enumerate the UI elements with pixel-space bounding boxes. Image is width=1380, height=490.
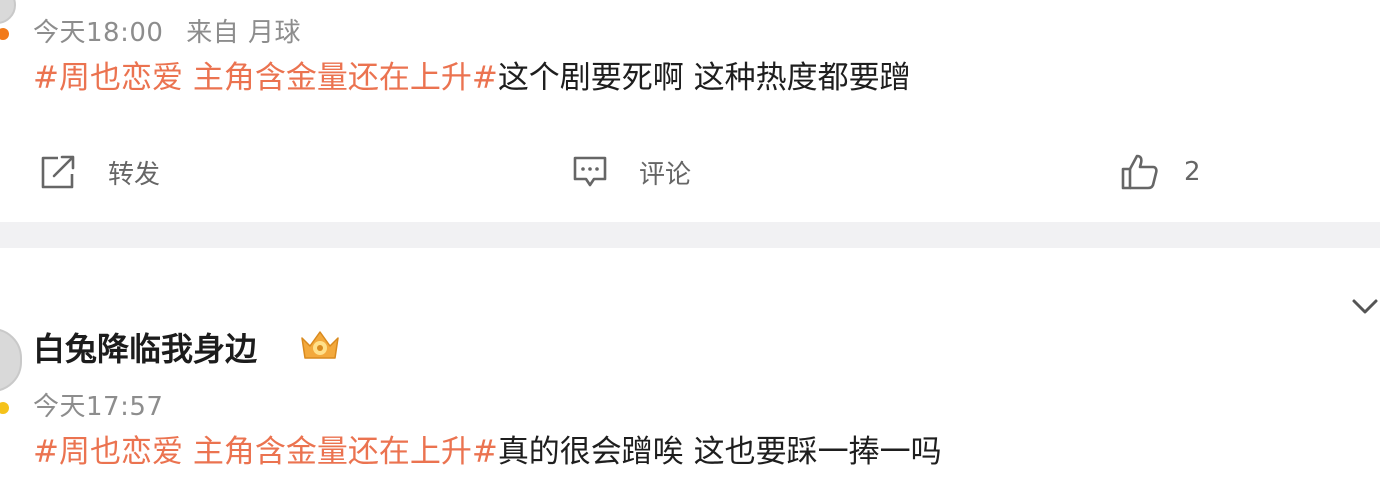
share-icon: [38, 152, 78, 192]
topic-link[interactable]: #周也恋爱 主角含金量还在上升#: [33, 60, 498, 96]
username[interactable]: 白兔降临我身边: [33, 324, 257, 370]
post-text: #周也恋爱 主角含金量还在上升#这个剧要死啊 这种热度都要蹭: [33, 58, 911, 98]
comment-label: 评论: [639, 159, 692, 190]
avatar[interactable]: [0, 0, 16, 24]
post-separator: [0, 222, 1380, 248]
comment-button[interactable]: 评论: [571, 150, 691, 194]
like-count: 2: [1184, 157, 1201, 187]
topic-link[interactable]: #周也恋爱 主角含金量还在上升#: [33, 434, 498, 470]
post-time: 今天18:00: [33, 18, 164, 48]
chevron-down-icon[interactable]: [1350, 294, 1380, 318]
like-button[interactable]: 2: [1120, 150, 1201, 194]
post-meta: 今天17:57: [33, 386, 177, 423]
avatar-vip-dot: [0, 402, 9, 414]
post-body: 这个剧要死啊 这种热度都要蹭: [497, 60, 911, 96]
avatar-verified-dot: [0, 28, 9, 40]
comment-icon: [571, 153, 609, 191]
avatar[interactable]: [0, 328, 22, 392]
repost-label: 转发: [108, 159, 161, 190]
post-body: 真的很会蹭唉 这也要踩一捧一吗: [497, 434, 942, 470]
weibo-post-card: 白兔降临我身边 今天17:57 #周也恋爱 主角含金量还在上升#真的很会蹭唉 这…: [0, 248, 1380, 490]
post-text: #周也恋爱 主角含金量还在上升#真的很会蹭唉 这也要踩一捧一吗: [33, 432, 942, 472]
post-source: 来自 月球: [186, 18, 301, 48]
vip-crown-badge-icon: [298, 328, 342, 364]
post-meta: 今天18:00 来自 月球: [33, 12, 315, 49]
thumbs-up-icon: [1120, 152, 1160, 192]
repost-button[interactable]: 转发: [38, 150, 160, 194]
post-time: 今天17:57: [33, 392, 164, 422]
weibo-post-card: 今天18:00 来自 月球 #周也恋爱 主角含金量还在上升#这个剧要死啊 这种热…: [0, 0, 1380, 222]
